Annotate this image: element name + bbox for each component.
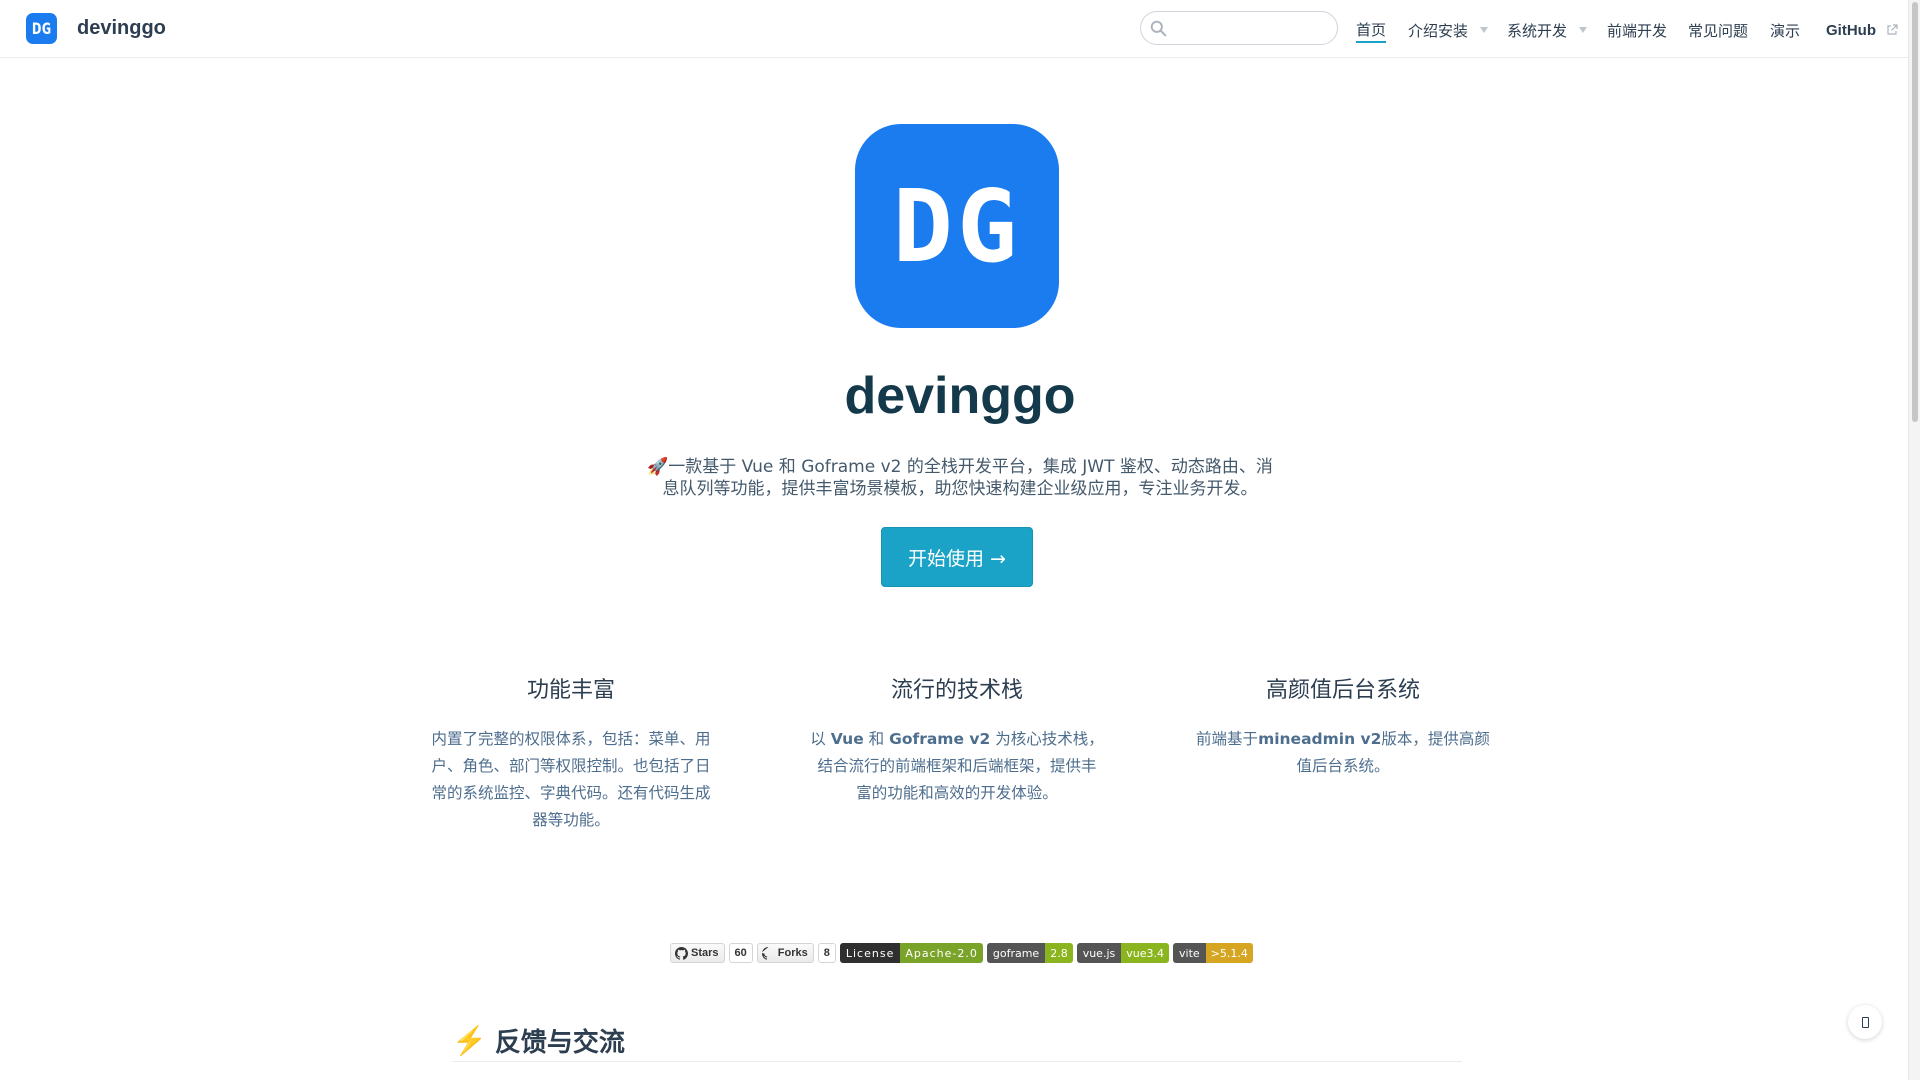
github-icon [761, 946, 769, 960]
nav-item-label: 系统开发 [1507, 21, 1568, 40]
external-link-icon [1887, 24, 1898, 35]
stars-count: 60 [728, 943, 753, 963]
scrollbar[interactable] [1908, 0, 1920, 1080]
section-heading: ⚡ 反馈与交流 [452, 1022, 1462, 1059]
feature-title: 高颜值后台系统 [1265, 678, 1420, 703]
feature-card: 功能丰富 内置了完整的权限体系，包括：菜单、用户、角色、部门等权限控制。也包括了… [416, 672, 726, 834]
brand-home-link[interactable]: DG devinggo [26, 13, 166, 44]
site-name: devinggo [77, 17, 166, 39]
github-forks-badge[interactable]: Forks 8 [756, 943, 836, 963]
nav-item-label: 介绍安装 [1408, 21, 1469, 40]
nav-item-label: GitHub [1826, 21, 1876, 39]
feature-title: 流行的技术栈 [890, 678, 1023, 703]
nav-item-intro-install[interactable]: 介绍安装 [1408, 17, 1489, 43]
feature-description: 以 Vue 和 Goframe v2 为核心技术栈，结合流行的前端框架和后端框架… [810, 730, 1104, 802]
lightning-icon: ⚡ [452, 1025, 487, 1056]
back-to-top-icon [1861, 1016, 1869, 1028]
vite-badge[interactable]: vite >5.1.4 [1173, 943, 1253, 963]
chevron-down-icon [1579, 27, 1588, 33]
hero-logo: DG [855, 124, 1059, 328]
feature-description: 内置了完整的权限体系，包括：菜单、用户、角色、部门等权限控制。也包括了日常的系统… [431, 730, 711, 829]
forks-button: Forks [756, 943, 814, 963]
nav-item-faq[interactable]: 常见问题 [1688, 17, 1748, 43]
nav-item-demo[interactable]: 演示 [1770, 17, 1800, 43]
search-input[interactable] [1173, 17, 1328, 39]
nav-item-label: 演示 [1770, 21, 1801, 40]
github-stars-badge[interactable]: Stars 60 [670, 943, 753, 963]
vuejs-badge[interactable]: vue.js vue3.4 [1076, 943, 1169, 963]
nav-item-github[interactable]: GitHub [1826, 17, 1898, 43]
hero-title: devinggo [844, 367, 1076, 425]
section-title: 反馈与交流 [494, 1027, 625, 1057]
forks-count: 8 [817, 943, 836, 963]
back-to-top-button[interactable] [1848, 1005, 1882, 1039]
nav-item-label: 首页 [1356, 20, 1387, 39]
stars-button: Stars [670, 943, 725, 963]
search-box[interactable] [1140, 11, 1338, 45]
chevron-down-icon [1480, 27, 1489, 33]
nav-item-label: 前端开发 [1607, 21, 1668, 40]
hero-description: 🚀一款基于 Vue 和 Goframe v2 的全栈开发平台，集成 JWT 鉴权… [647, 457, 1273, 499]
license-badge[interactable]: License Apache-2.0 [839, 943, 983, 963]
feature-card: 高颜值后台系统 前端基于mineadmin v2版本，提供高颜值后台系统。 [1188, 672, 1498, 780]
feedback-section: ⚡ 反馈与交流 [452, 1022, 1462, 1062]
feature-description: 前端基于mineadmin v2版本，提供高颜值后台系统。 [1196, 730, 1490, 775]
badge-row: Stars 60 Forks 8 License Apache-2.0 gofr… [670, 943, 1253, 963]
navbar: DG devinggo 首页 介绍安装 系统开发 前端开发 常见问题 演示 Gi… [0, 0, 1920, 58]
get-started-button[interactable]: 开始使用 → [881, 527, 1033, 587]
scrollbar-thumb[interactable] [1912, 2, 1918, 422]
github-icon [675, 946, 688, 960]
brand-logo: DG [26, 13, 57, 44]
feature-title: 功能丰富 [526, 678, 615, 703]
nav-item-frontend-dev[interactable]: 前端开发 [1607, 17, 1667, 43]
feature-card: 流行的技术栈 以 Vue 和 Goframe v2 为核心技术栈，结合流行的前端… [802, 672, 1112, 807]
goframe-badge[interactable]: goframe 2.8 [986, 943, 1073, 963]
nav-item-home[interactable]: 首页 [1356, 17, 1387, 43]
nav-item-system-dev[interactable]: 系统开发 [1507, 17, 1588, 43]
nav-item-label: 常见问题 [1688, 21, 1749, 40]
search-icon [1150, 20, 1167, 37]
